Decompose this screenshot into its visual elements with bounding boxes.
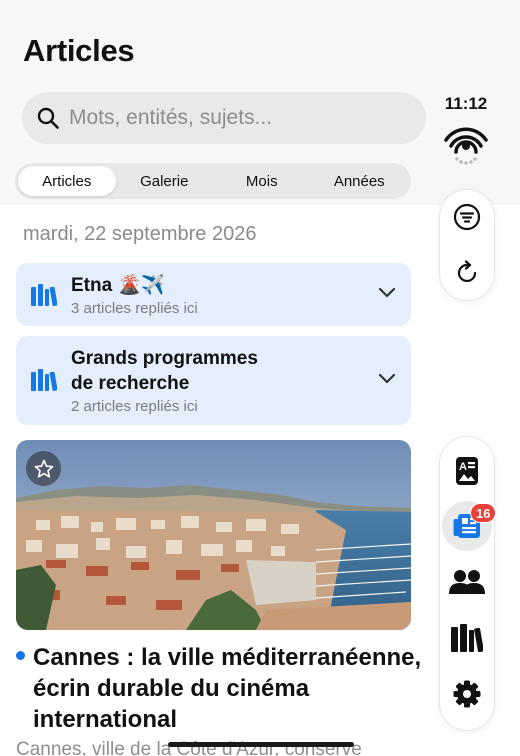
side-toolbar-bottom: A 16	[440, 437, 497, 730]
collapsed-group-card[interactable]: Etna 🌋✈️ 3 articles repliés ici	[16, 263, 411, 326]
library-icon	[31, 284, 57, 306]
group-subtitle: 3 articles repliés ici	[71, 300, 198, 317]
news-button[interactable]: 16	[442, 501, 497, 551]
unread-count-badge: 16	[470, 503, 497, 523]
side-toolbar-top	[440, 190, 494, 300]
reader-button[interactable]: A	[440, 446, 494, 496]
people-icon	[449, 570, 485, 594]
unread-dot	[16, 651, 25, 660]
home-indicator	[168, 742, 354, 747]
view-segmented-control: Articles Galerie Mois Années	[15, 163, 411, 199]
search-placeholder: Mots, entités, sujets...	[69, 106, 273, 129]
wifi-icon	[444, 127, 488, 165]
star-icon	[34, 459, 53, 478]
reader-icon: A	[456, 457, 478, 485]
library-icon	[31, 369, 57, 391]
refresh-icon	[457, 260, 477, 283]
tab-articles[interactable]: Articles	[18, 166, 116, 196]
svg-text:A: A	[459, 461, 467, 473]
collapsed-group-card[interactable]: Grands programmes de recherche 2 article…	[16, 336, 411, 425]
settings-button[interactable]	[440, 669, 494, 719]
search-bar[interactable]: Mots, entités, sujets...	[22, 92, 426, 144]
tab-galerie[interactable]: Galerie	[116, 166, 214, 196]
group-title: Etna 🌋✈️	[71, 275, 165, 296]
status-time: 11:12	[444, 94, 488, 113]
page-title: Articles	[23, 33, 135, 68]
chevron-down-icon[interactable]	[378, 287, 396, 299]
wifi-status-button[interactable]	[440, 118, 492, 168]
people-button[interactable]	[440, 557, 494, 607]
library-button[interactable]	[440, 613, 494, 663]
group-title: Grands programmes de recherche	[71, 346, 258, 396]
article-image[interactable]	[16, 440, 411, 630]
filter-button[interactable]	[440, 192, 494, 242]
favorite-button[interactable]	[26, 451, 61, 486]
search-icon	[37, 107, 59, 129]
library-icon	[451, 624, 483, 652]
refresh-button[interactable]	[440, 248, 494, 298]
date-section-heading: mardi, 22 septembre 2026	[23, 223, 257, 245]
group-title-line: Grands programmes	[71, 348, 258, 369]
filter-icon	[453, 203, 481, 231]
tab-mois[interactable]: Mois	[213, 166, 311, 196]
gear-icon	[453, 680, 481, 708]
group-title-line: de recherche	[71, 373, 190, 394]
chevron-down-icon[interactable]	[378, 373, 396, 385]
article-photo	[16, 440, 411, 630]
article-headline[interactable]: Cannes : la ville méditerranéenne, écrin…	[33, 642, 423, 735]
tab-annees[interactable]: Années	[311, 166, 409, 196]
group-subtitle: 2 articles repliés ici	[71, 398, 198, 415]
